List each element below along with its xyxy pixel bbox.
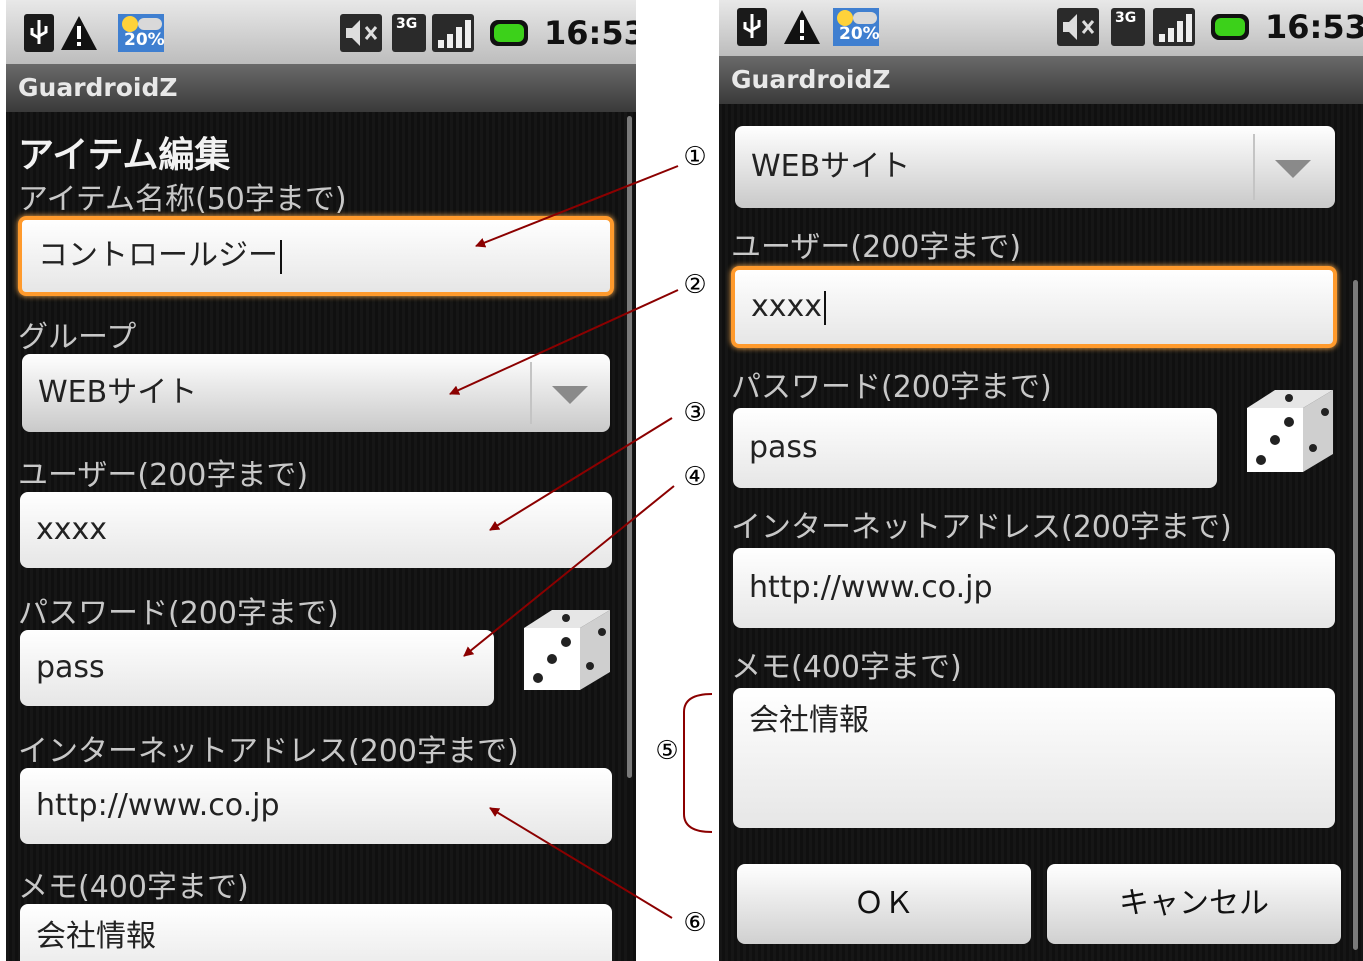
annotation-marker-3: ③ (683, 398, 707, 428)
annotation-marker-2: ② (683, 270, 707, 300)
arrow-6 (489, 807, 673, 919)
arrow-2 (449, 289, 679, 395)
annotation-marker-5: ⑤ (655, 736, 679, 766)
arrow-1 (475, 165, 679, 248)
memo-bracket (683, 693, 713, 833)
arrow-3 (489, 417, 673, 531)
arrow-4 (463, 485, 675, 657)
annotation-marker-4: ④ (683, 462, 707, 492)
annotation-marker-1: ① (683, 142, 707, 172)
annotation-marker-6: ⑥ (683, 908, 707, 938)
